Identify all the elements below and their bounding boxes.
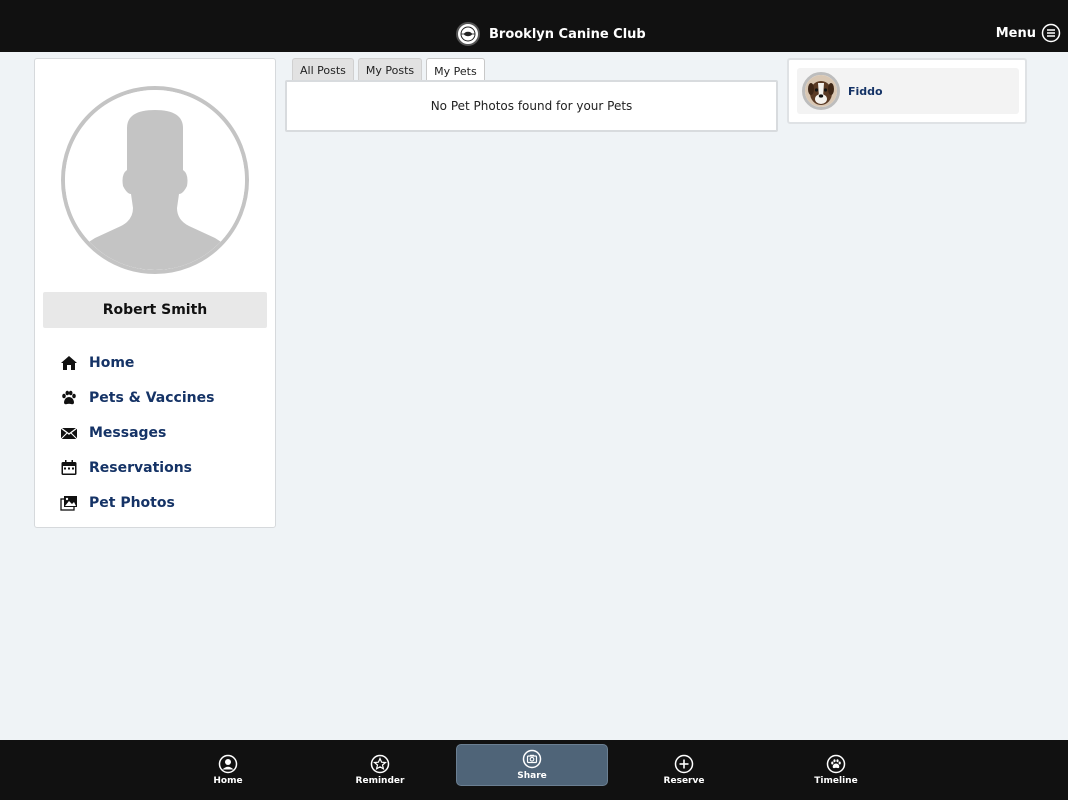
bottom-nav-label: Home — [213, 776, 243, 786]
bottom-nav-timeline[interactable]: Timeline — [760, 740, 912, 800]
empty-message: No Pet Photos found for your Pets — [430, 99, 633, 113]
user-circle-icon — [218, 754, 238, 774]
bottom-nav-share[interactable]: Share — [456, 744, 608, 786]
bottom-nav-label: Timeline — [814, 776, 858, 786]
calendar-icon — [59, 458, 79, 478]
sidebar-item-pets-vaccines[interactable]: Pets & Vaccines — [59, 380, 259, 415]
sidebar-item-label: Messages — [89, 424, 167, 441]
dog-avatar-icon — [802, 72, 840, 110]
bottom-nav-label: Share — [517, 771, 547, 781]
sidebar-item-messages[interactable]: Messages — [59, 415, 259, 450]
sidebar-item-home[interactable]: Home — [59, 345, 259, 380]
sidebar-item-label: Home — [89, 354, 135, 371]
app-title: Brooklyn Canine Club — [489, 26, 646, 42]
user-silhouette-icon[interactable] — [61, 86, 249, 274]
pet-name: Fiddo — [848, 84, 883, 98]
profile-name: Robert Smith — [43, 292, 267, 328]
bottom-nav-reminder[interactable]: Reminder — [304, 740, 456, 800]
bottom-nav-label: Reminder — [355, 776, 405, 786]
top-bar: Brooklyn Canine Club Menu — [0, 0, 1068, 52]
paw-icon — [59, 388, 79, 408]
bottom-nav-home[interactable]: Home — [152, 740, 304, 800]
plus-circle-icon — [674, 754, 694, 774]
hamburger-circle-icon — [1041, 23, 1061, 43]
home-icon — [59, 353, 79, 373]
feed-tabs: All Posts My Posts My Pets — [292, 58, 485, 84]
bottom-nav: Home Reminder Share Reserve Timeline — [0, 740, 1068, 800]
menu-label: Menu — [995, 25, 1036, 41]
camera-circle-icon — [522, 749, 542, 769]
bottom-nav-reserve[interactable]: Reserve — [608, 740, 760, 800]
sidebar-item-pet-photos[interactable]: Pet Photos — [59, 485, 259, 520]
tab-my-posts[interactable]: My Posts — [357, 58, 423, 82]
feed-empty-state: No Pet Photos found for your Pets — [285, 80, 778, 132]
tab-all-posts[interactable]: All Posts — [292, 58, 354, 82]
brand[interactable]: Brooklyn Canine Club — [456, 22, 646, 46]
paw-circle-icon — [826, 754, 846, 774]
sidebar-item-label: Pets & Vaccines — [89, 389, 215, 406]
envelope-icon — [59, 423, 79, 443]
pets-card: Fiddo — [787, 58, 1027, 124]
sidebar-nav: Home Pets & Vaccines Messages Reservatio… — [59, 345, 259, 520]
sidebar-item-reservations[interactable]: Reservations — [59, 450, 259, 485]
menu-button[interactable]: Menu — [996, 22, 1061, 44]
pet-item-fiddo[interactable]: Fiddo — [797, 68, 1019, 114]
photos-icon — [59, 493, 79, 513]
bottom-nav-label: Reserve — [663, 776, 705, 786]
sidebar-item-label: Reservations — [89, 459, 192, 476]
sidebar-item-label: Pet Photos — [89, 494, 175, 511]
star-circle-icon — [370, 754, 390, 774]
profile-card: Robert Smith Home Pets & Vaccines Messag… — [34, 58, 276, 528]
club-logo-icon — [456, 22, 480, 46]
